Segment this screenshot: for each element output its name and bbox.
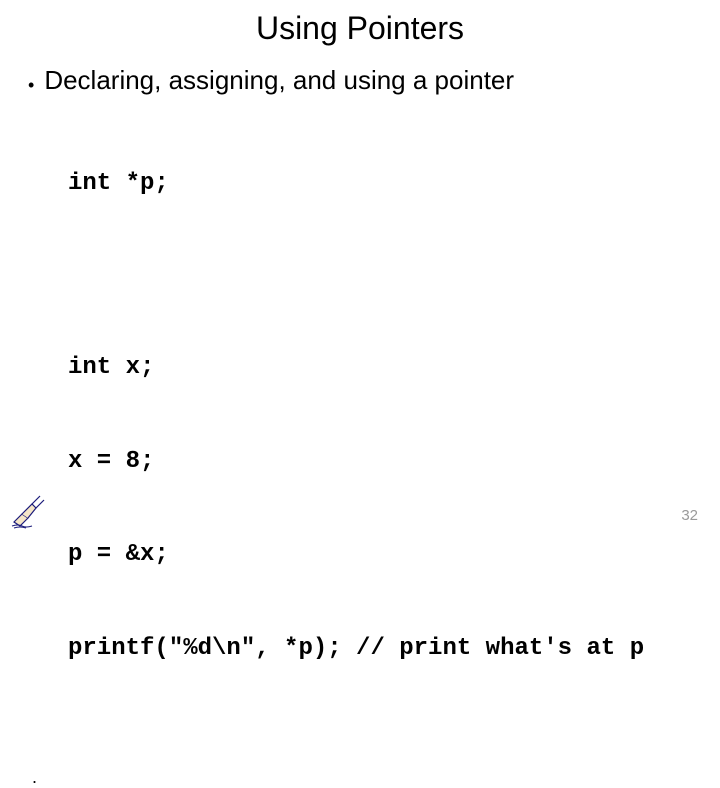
bullet-text: Declaring, assigning, and using a pointe… (44, 65, 514, 96)
code-block: int *p; int x; x = 8; p = &x; printf("%d… (68, 106, 700, 727)
blank-line (68, 262, 700, 290)
stray-dot: . (32, 767, 700, 788)
page-number: 32 (681, 507, 698, 524)
bullet-item: • Declaring, assigning, and using a poin… (28, 65, 700, 96)
hand-writing-icon (8, 492, 48, 532)
code-line: printf("%d\n", *p); // print what's at p (68, 633, 700, 664)
code-line: int x; (68, 352, 700, 383)
slide-title: Using Pointers (20, 10, 700, 47)
code-line: x = 8; (68, 446, 700, 477)
code-line: p = &x; (68, 539, 700, 570)
slide: Using Pointers • Declaring, assigning, a… (0, 0, 720, 540)
code-line: int *p; (68, 168, 700, 199)
bullet-marker-icon: • (28, 76, 34, 94)
